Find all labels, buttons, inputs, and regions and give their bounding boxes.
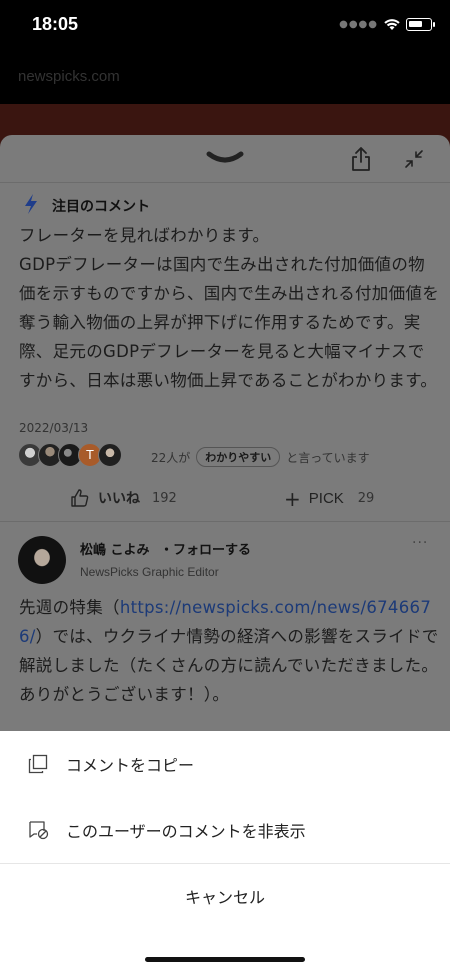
- home-indicator[interactable]: [145, 957, 305, 962]
- pick-label: PICK: [308, 490, 344, 507]
- like-button[interactable]: いいね 192: [70, 488, 177, 508]
- collapse-icon[interactable]: [404, 149, 424, 169]
- thumbs-up-icon: [71, 489, 89, 507]
- follow-button[interactable]: ・フォローする: [160, 539, 251, 558]
- hide-comment-icon: [29, 821, 49, 840]
- share-icon[interactable]: [350, 146, 372, 172]
- section-title: 注目のコメント: [52, 199, 150, 215]
- plus-icon: +: [284, 486, 301, 511]
- copy-comment-option[interactable]: コメントをコピー: [0, 731, 450, 797]
- copy-icon: [28, 754, 48, 774]
- like-count: 192: [152, 490, 177, 506]
- more-icon[interactable]: ···: [412, 535, 428, 551]
- helpful-count: 22人が: [151, 450, 191, 465]
- status-icons: ●●●●: [339, 18, 435, 31]
- wifi-icon: [384, 18, 400, 30]
- reactor-avatars[interactable]: T: [18, 443, 122, 467]
- comment-text-suffix: ）では、ウクライナ情勢の経済への影響をスライドで解説しました（たくさんの方に読ん…: [19, 627, 439, 704]
- copy-comment-label: コメントをコピー: [66, 756, 195, 775]
- avatar[interactable]: [18, 536, 66, 584]
- battery-icon: [406, 18, 435, 31]
- helpful-badge[interactable]: わかりやすい: [196, 447, 281, 467]
- comment-text: フレーターを見ればわかります。 GDPデフレーターは国内で生み出された付加価値の…: [19, 226, 439, 390]
- avatar: [98, 443, 122, 467]
- status-time: 18:05: [32, 14, 79, 34]
- url-text[interactable]: newspicks.com: [18, 68, 120, 85]
- cancel-button[interactable]: キャンセル: [0, 864, 450, 928]
- panel-header: [0, 135, 450, 183]
- author-role: NewsPicks Graphic Editor: [80, 565, 219, 579]
- hide-user-comments-label: このユーザーのコメントを非表示: [66, 822, 306, 841]
- status-bar: 18:05 ●●●●: [0, 0, 450, 52]
- author-name[interactable]: 松嶋 こよみ: [80, 539, 150, 558]
- chevron-down-icon[interactable]: [205, 150, 245, 166]
- action-sheet: コメントをコピー このユーザーのコメントを非表示 キャンセル: [0, 731, 450, 972]
- like-label: いいね: [98, 491, 140, 507]
- hide-user-comments-option[interactable]: このユーザーのコメントを非表示: [0, 797, 450, 863]
- section-header: 注目のコメント: [0, 191, 450, 219]
- signal-icon: ●●●●: [339, 19, 378, 30]
- browser-bar: newspicks.com: [0, 52, 450, 104]
- comment-body: フレーターを見ればわかります。 GDPデフレーターは国内で生み出された付加価値の…: [19, 221, 439, 395]
- lightning-icon: [25, 194, 37, 214]
- comment-text-prefix: 先週の特集（: [19, 598, 120, 617]
- comment-date: 2022/03/13: [19, 421, 89, 435]
- helpful-suffix: と言っています: [286, 450, 370, 465]
- helpful-summary: 22人が わかりやすい と言っています: [151, 447, 370, 467]
- pick-count: 29: [357, 491, 375, 506]
- divider: [0, 521, 450, 522]
- comment-body: 先週の特集（https://newspicks.com/news/6746676…: [19, 593, 439, 709]
- pick-button[interactable]: + PICK 29: [284, 486, 375, 511]
